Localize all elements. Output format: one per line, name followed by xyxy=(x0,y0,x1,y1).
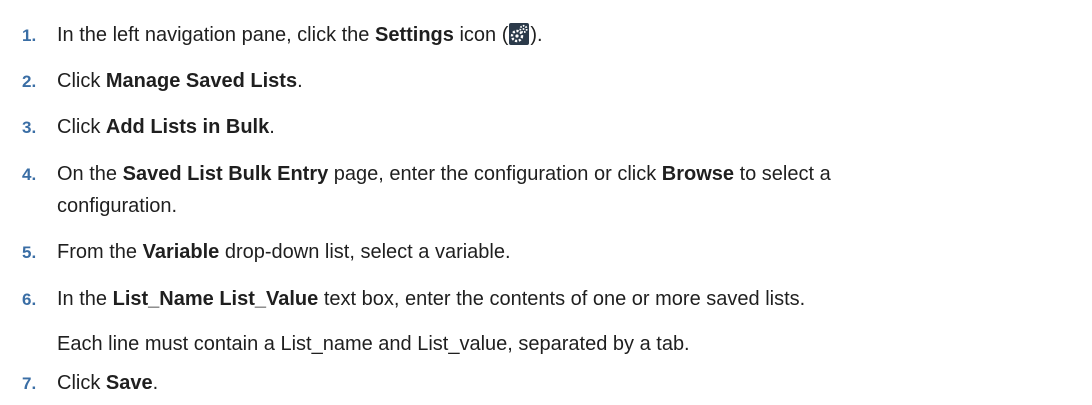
step-number: 2. xyxy=(22,72,37,91)
step-text: On the Saved List Bulk Entry page, enter… xyxy=(57,163,831,185)
step-text: In the left navigation pane, click the S… xyxy=(57,23,543,46)
ui-term: Variable xyxy=(142,241,220,263)
step-6-note: Each line must contain a List_name and L… xyxy=(57,333,690,355)
ui-term: Add Lists in Bulk xyxy=(105,116,270,138)
step-4-continuation: configuration. xyxy=(57,195,178,217)
step-number: 3. xyxy=(22,118,37,137)
step-number: 7. xyxy=(22,374,37,393)
ui-term: List_Name List_Value xyxy=(112,288,319,310)
step-number: 5. xyxy=(22,243,37,262)
step-text: Click Save. xyxy=(57,372,159,394)
step-text: Click Add Lists in Bulk. xyxy=(57,116,275,138)
ui-term: Saved List Bulk Entry xyxy=(122,163,329,185)
ui-term: Save xyxy=(105,372,153,394)
ui-term: Manage Saved Lists xyxy=(105,70,298,92)
step-number: 4. xyxy=(22,165,37,184)
step-text: Click Manage Saved Lists. xyxy=(57,70,303,92)
step-number: 1. xyxy=(22,26,37,45)
step-number: 6. xyxy=(22,290,37,309)
settings-gear-icon xyxy=(509,23,530,45)
step-text: In the List_Name List_Value text box, en… xyxy=(57,288,806,310)
step-text: From the Variable drop-down list, select… xyxy=(57,241,511,263)
ui-term: Browse xyxy=(661,163,735,185)
procedure-steps: 1. In the left navigation pane, click th… xyxy=(0,0,1092,405)
ui-term: Settings xyxy=(374,24,454,46)
